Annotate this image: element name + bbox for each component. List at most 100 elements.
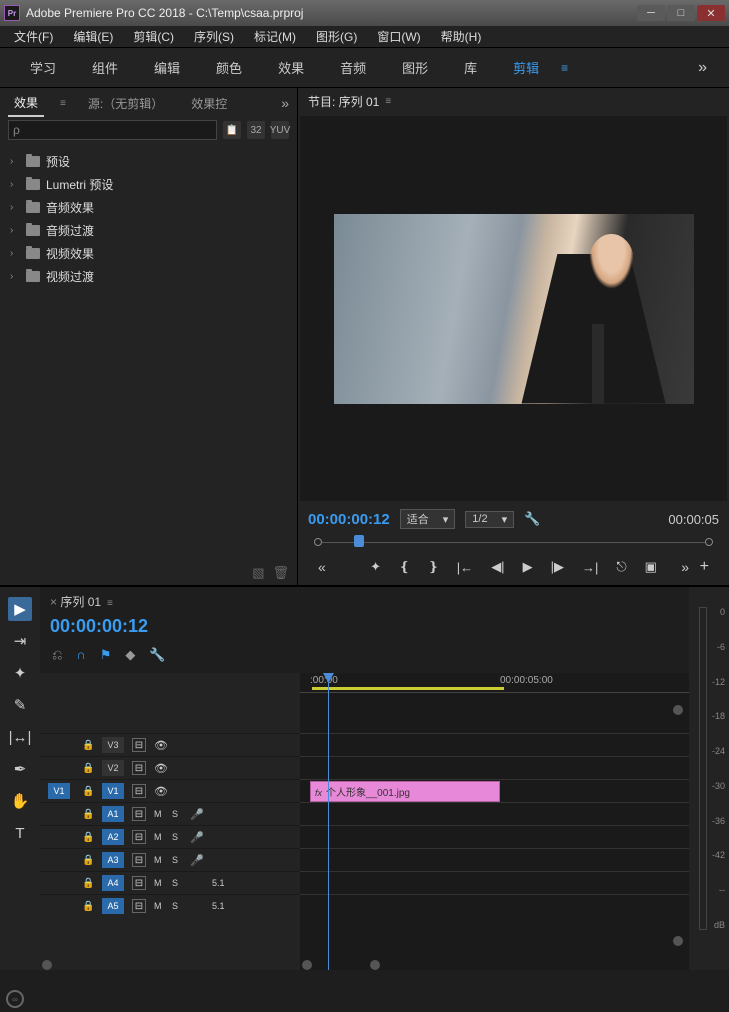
settings-icon[interactable]: 🔧 — [524, 511, 540, 527]
close-button[interactable]: ✕ — [697, 5, 725, 21]
mute-button[interactable]: M — [154, 809, 164, 819]
linked-selection-icon[interactable]: ⚑ — [100, 647, 112, 663]
tab-effects[interactable]: 效果 — [8, 90, 44, 117]
toggle-output-icon[interactable]: 👁 — [154, 739, 168, 752]
go-to-in-button[interactable]: |← — [457, 560, 473, 575]
fx-badge-yuv-icon[interactable]: YUV — [271, 121, 289, 139]
tree-lumetri[interactable]: ›Lumetri 预设 — [0, 173, 297, 196]
ws-graphics[interactable]: 图形 — [384, 50, 446, 85]
lift-button[interactable]: ⎋ — [616, 559, 626, 575]
tab-source[interactable]: 源:（无剪辑） — [82, 91, 169, 116]
menu-marker[interactable]: 标记(M) — [244, 26, 306, 47]
creative-cloud-icon[interactable]: ∞ — [6, 990, 24, 1008]
menu-edit[interactable]: 编辑(E) — [63, 26, 123, 47]
solo-button[interactable]: S — [172, 832, 182, 842]
track-label[interactable]: A2 — [102, 829, 124, 845]
workspace-overflow-icon[interactable]: » — [688, 59, 717, 77]
solo-button[interactable]: S — [172, 878, 182, 888]
go-to-out-button[interactable]: →| — [582, 560, 598, 575]
hscroll-handle[interactable] — [302, 960, 312, 970]
lock-icon[interactable]: 🔒 — [82, 763, 94, 774]
lock-icon[interactable]: 🔒 — [82, 832, 94, 843]
track-header-v2[interactable]: 🔒 V2 ⊟ 👁 — [40, 756, 300, 779]
type-tool[interactable]: T — [8, 821, 32, 845]
menu-clip[interactable]: 剪辑(C) — [123, 26, 184, 47]
timeline-timecode[interactable]: 00:00:00:12 — [40, 616, 689, 643]
sync-lock-icon[interactable]: ⊟ — [132, 807, 146, 821]
solo-button[interactable]: S — [172, 855, 182, 865]
ws-clip[interactable]: 剪辑 — [495, 50, 557, 85]
lock-icon[interactable]: 🔒 — [82, 901, 94, 912]
track-label[interactable]: V2 — [102, 760, 124, 776]
play-button[interactable]: ▶ — [523, 559, 533, 575]
sequence-name[interactable]: 序列 01 — [60, 595, 101, 609]
track-scroll-handle[interactable] — [42, 960, 52, 970]
menu-help[interactable]: 帮助(H) — [431, 26, 492, 47]
track-label[interactable]: A5 — [102, 898, 124, 914]
mute-button[interactable]: M — [154, 878, 164, 888]
effects-search-input[interactable]: ρ — [8, 120, 217, 140]
ws-learn[interactable]: 学习 — [12, 50, 74, 85]
hscroll-handle[interactable] — [370, 960, 380, 970]
ws-editing[interactable]: 编辑 — [136, 50, 198, 85]
zoom-handle[interactable] — [673, 705, 683, 715]
step-forward-button[interactable]: |▶ — [551, 559, 564, 575]
program-timecode[interactable]: 00:00:00:12 — [308, 511, 390, 528]
track-header-a4[interactable]: 🔒 A4 ⊟ M S 5.1 — [40, 871, 300, 894]
solo-button[interactable]: S — [172, 901, 182, 911]
track-label[interactable]: A1 — [102, 806, 124, 822]
workspace-menu-icon[interactable]: ≡ — [561, 61, 568, 75]
ripple-edit-tool[interactable]: ✦ — [8, 661, 32, 685]
sync-lock-icon[interactable]: ⊟ — [132, 899, 146, 913]
toggle-output-icon[interactable]: 👁 — [154, 762, 168, 775]
tab-effect-controls[interactable]: 效果控 — [185, 91, 233, 116]
ws-effects[interactable]: 效果 — [260, 50, 322, 85]
snap-toggle-icon[interactable]: ∩ — [76, 647, 85, 663]
sync-lock-icon[interactable]: ⊟ — [132, 830, 146, 844]
track-header-v3[interactable]: 🔒 V3 ⊟ 👁 — [40, 733, 300, 756]
add-marker-icon[interactable]: ◆ — [125, 647, 135, 663]
solo-button[interactable]: S — [172, 809, 182, 819]
voiceover-icon[interactable]: 🎤 — [190, 854, 204, 867]
selection-tool[interactable]: ▶ — [8, 597, 32, 621]
menu-window[interactable]: 窗口(W) — [367, 26, 430, 47]
minimize-button[interactable]: ─ — [637, 5, 665, 21]
source-patch[interactable]: V1 — [48, 783, 70, 799]
ws-libraries[interactable]: 库 — [446, 50, 495, 85]
zoom-fit-dropdown[interactable]: 适合▾ — [400, 509, 456, 529]
program-menu-icon[interactable]: ≡ — [385, 96, 391, 107]
sync-lock-icon[interactable]: ⊟ — [132, 853, 146, 867]
track-header-a5[interactable]: 🔒 A5 ⊟ M S 5.1 — [40, 894, 300, 917]
playhead-icon[interactable] — [354, 535, 364, 547]
fx-badge-accelerated-icon[interactable]: 📋 — [223, 121, 241, 139]
track-header-a2[interactable]: 🔒 A2 ⊟ M S 🎤 — [40, 825, 300, 848]
hand-tool[interactable]: ✋ — [8, 789, 32, 813]
export-frame-button[interactable]: ▣ — [645, 559, 657, 575]
ws-color[interactable]: 颜色 — [198, 50, 260, 85]
voiceover-icon[interactable]: 🎤 — [190, 831, 204, 844]
step-back-button[interactable]: ◀| — [491, 559, 504, 575]
track-header-v1[interactable]: V1 🔒 V1 ⊟ 👁 — [40, 779, 300, 802]
track-label[interactable]: V3 — [102, 737, 124, 753]
track-label[interactable]: V1 — [102, 783, 124, 799]
toggle-output-icon[interactable]: 👁 — [154, 785, 168, 798]
fx-badge-32bit-icon[interactable]: 32 — [247, 121, 265, 139]
pen-tool[interactable]: ✒ — [8, 757, 32, 781]
transport-overflow-right[interactable]: » — [681, 559, 689, 575]
track-label[interactable]: A4 — [102, 875, 124, 891]
timeline-close-icon[interactable]: × — [50, 595, 57, 609]
zoom-handle[interactable] — [673, 936, 683, 946]
tree-audio-transitions[interactable]: ›音频过渡 — [0, 219, 297, 242]
tree-video-effects[interactable]: ›视频效果 — [0, 242, 297, 265]
video-clip[interactable]: fx个人形象__001.jpg — [310, 781, 500, 802]
menu-graphics[interactable]: 图形(G) — [306, 26, 367, 47]
timeline-tracks-area[interactable]: :00:00 00:00:05:00 fx个人形象__001.jpg — [300, 673, 689, 970]
panel-menu-icon[interactable]: ≡ — [60, 98, 66, 109]
panel-overflow-icon[interactable]: » — [281, 95, 289, 111]
maximize-button[interactable]: □ — [667, 5, 695, 21]
sync-lock-icon[interactable]: ⊟ — [132, 876, 146, 890]
sync-lock-icon[interactable]: ⊟ — [132, 738, 146, 752]
timeline-settings-icon[interactable]: 🔧 — [149, 647, 165, 663]
tree-presets[interactable]: ›预设 — [0, 150, 297, 173]
tree-video-transitions[interactable]: ›视频过渡 — [0, 265, 297, 288]
